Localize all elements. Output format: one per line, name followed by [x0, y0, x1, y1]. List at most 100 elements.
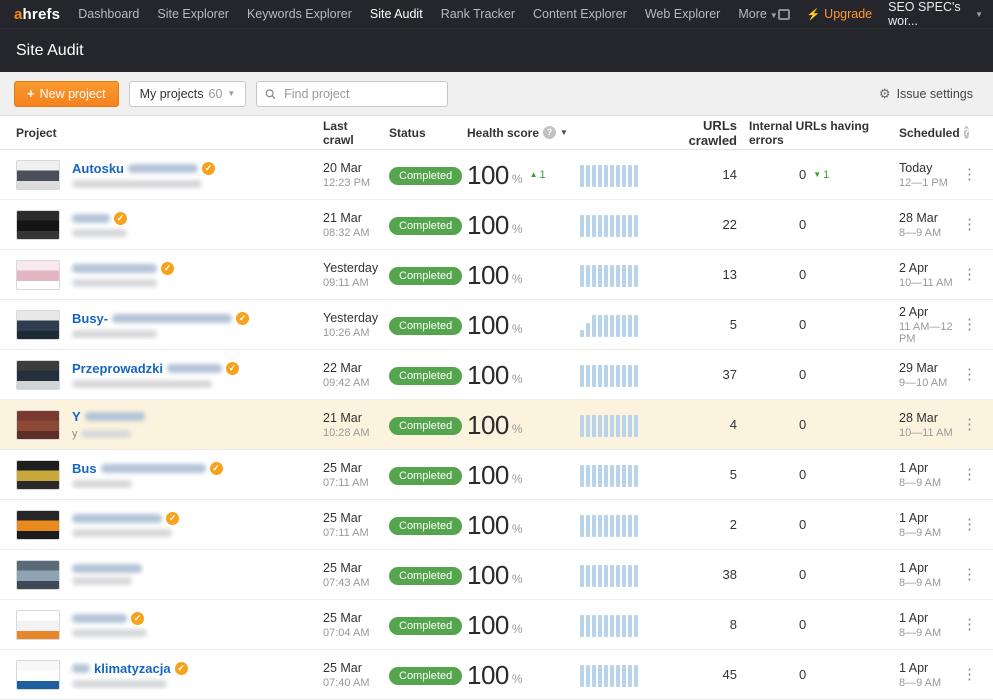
row-menu-cell: ⋮ — [959, 416, 977, 434]
kebab-menu-button[interactable]: ⋮ — [962, 466, 977, 483]
nav-item-web-explorer[interactable]: Web Explorer — [645, 7, 721, 21]
percent-sign: % — [512, 622, 523, 638]
verified-badge-icon: ✓ — [202, 162, 215, 175]
new-project-button[interactable]: + New project — [14, 81, 119, 107]
scheduled-date: 1 Apr — [899, 461, 959, 475]
header-last-crawl[interactable]: Last crawl — [311, 119, 381, 147]
nav-item-more[interactable]: More▼ — [738, 7, 777, 21]
nav-item-dashboard[interactable]: Dashboard — [78, 7, 139, 21]
header-health-score[interactable]: Health score ? ▼ — [459, 126, 664, 140]
scheduled-date: 28 Mar — [899, 211, 959, 225]
kebab-menu-button[interactable]: ⋮ — [962, 516, 977, 533]
percent-sign: % — [512, 672, 523, 688]
my-projects-label: My projects — [140, 87, 204, 101]
nav-item-content-explorer[interactable]: Content Explorer — [533, 7, 627, 21]
kebab-menu-button[interactable]: ⋮ — [962, 316, 977, 333]
scheduled-cell: 28 Mar 8—9 AM — [889, 211, 959, 239]
nav-item-site-audit[interactable]: Site Audit — [370, 7, 423, 21]
header-status[interactable]: Status — [381, 126, 459, 140]
arrow-down-icon: ▼ — [813, 170, 821, 179]
table-row: ✓ Yesterday 09:11 AM Completed 100 % ▲ — [0, 250, 993, 300]
kebab-menu-button[interactable]: ⋮ — [962, 566, 977, 583]
kebab-menu-button[interactable]: ⋮ — [962, 416, 977, 433]
project-domain: y — [72, 428, 145, 440]
kebab-menu-button[interactable]: ⋮ — [962, 666, 977, 683]
project-name: klimatyzacja — [94, 661, 171, 676]
project-link[interactable]: ✓ — [72, 512, 179, 525]
row-menu-cell: ⋮ — [959, 166, 977, 184]
my-projects-dropdown[interactable]: My projects 60 ▼ — [129, 81, 247, 107]
header-internal-errors[interactable]: Internal URLs having errors — [749, 119, 889, 147]
scheduled-time: 12—1 PM — [899, 177, 959, 189]
project-link[interactable]: ✓ — [72, 212, 127, 225]
nav-item-site-explorer[interactable]: Site Explorer — [157, 7, 229, 21]
project-domain — [72, 680, 188, 688]
blurred-domain — [72, 380, 212, 388]
find-project-input[interactable] — [282, 86, 439, 102]
blurred-name — [72, 614, 127, 623]
kebab-menu-button[interactable]: ⋮ — [962, 266, 977, 283]
status-cell: Completed — [381, 316, 459, 334]
project-link[interactable]: ✓ — [72, 564, 142, 573]
project-link[interactable]: klimatyzacja ✓ — [72, 661, 188, 676]
site-thumbnail[interactable] — [16, 410, 60, 440]
site-thumbnail[interactable] — [16, 160, 60, 190]
site-thumbnail[interactable] — [16, 460, 60, 490]
last-crawl-cell: 25 Mar 07:43 AM — [311, 561, 381, 589]
status-badge: Completed — [389, 517, 462, 535]
last-crawl-date: 21 Mar — [323, 411, 381, 425]
internal-errors-cell: 0 ▼ — [749, 617, 889, 632]
status-cell: Completed — [381, 566, 459, 584]
scheduled-cell: 1 Apr 8—9 AM — [889, 561, 959, 589]
display-icon[interactable] — [778, 9, 791, 20]
site-thumbnail[interactable] — [16, 210, 60, 240]
errors-value: 0 — [799, 217, 806, 232]
scheduled-time: 8—9 AM — [899, 227, 959, 239]
last-crawl-time: 09:42 AM — [323, 377, 381, 389]
header-project[interactable]: Project — [16, 126, 311, 140]
upgrade-link[interactable]: ⚡ Upgrade — [806, 7, 872, 21]
info-icon[interactable]: ? — [543, 126, 556, 139]
health-score-value: 100 — [467, 162, 509, 188]
kebab-menu-button[interactable]: ⋮ — [962, 166, 977, 183]
nav-item-keywords-explorer[interactable]: Keywords Explorer — [247, 7, 352, 21]
blurred-domain — [72, 577, 132, 585]
project-name: Bus — [72, 461, 97, 476]
health-score-value: 100 — [467, 412, 509, 438]
project-text: Autosku ✓ — [72, 161, 215, 188]
project-link[interactable]: ✓ — [72, 262, 174, 275]
project-link[interactable]: Y ✓ — [72, 409, 145, 424]
workspace-selector[interactable]: SEO SPEC's wor... ▼ — [888, 0, 983, 28]
kebab-menu-button[interactable]: ⋮ — [962, 366, 977, 383]
project-link[interactable]: Autosku ✓ — [72, 161, 215, 176]
status-cell: Completed — [381, 666, 459, 684]
kebab-menu-button[interactable]: ⋮ — [962, 616, 977, 633]
site-thumbnail[interactable] — [16, 560, 60, 590]
ahrefs-logo[interactable]: ahrefs — [14, 6, 60, 23]
status-cell: Completed — [381, 416, 459, 434]
project-link[interactable]: Bus ✓ — [72, 461, 223, 476]
kebab-menu-button[interactable]: ⋮ — [962, 216, 977, 233]
project-link[interactable]: ✓ — [72, 612, 147, 625]
site-thumbnail[interactable] — [16, 660, 60, 690]
site-thumbnail[interactable] — [16, 510, 60, 540]
errors-value: 0 — [799, 617, 806, 632]
project-link[interactable]: Busy- ✓ — [72, 311, 249, 326]
header-scheduled[interactable]: Scheduled ? — [889, 126, 959, 140]
nav-item-rank-tracker[interactable]: Rank Tracker — [441, 7, 515, 21]
site-thumbnail[interactable] — [16, 310, 60, 340]
header-urls-crawled[interactable]: URLs crawled — [664, 118, 749, 148]
info-icon[interactable]: ? — [964, 126, 970, 139]
last-crawl-cell: 20 Mar 12:23 PM — [311, 161, 381, 189]
errors-delta: ▼ 1 — [813, 169, 829, 181]
urls-crawled-value: 5 — [664, 317, 749, 332]
issue-settings-button[interactable]: ⚙ Issue settings — [873, 85, 979, 103]
blurred-name — [128, 164, 198, 173]
plus-icon: + — [27, 86, 35, 101]
site-thumbnail[interactable] — [16, 360, 60, 390]
site-thumbnail[interactable] — [16, 610, 60, 640]
site-thumbnail[interactable] — [16, 260, 60, 290]
urls-crawled-value: 45 — [664, 667, 749, 682]
errors-value: 0 — [799, 267, 806, 282]
project-link[interactable]: Przeprowadzki ✓ — [72, 361, 239, 376]
